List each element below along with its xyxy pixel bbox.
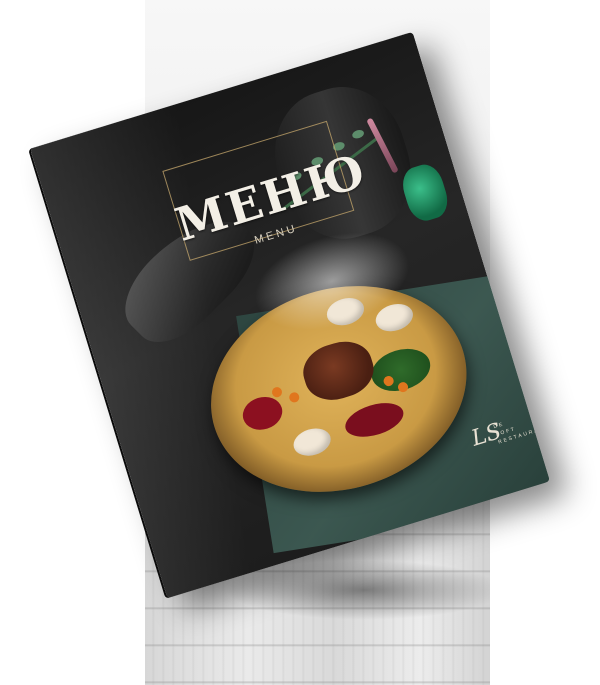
- cover-gloss: [30, 57, 265, 599]
- brochure-shadow: [225, 560, 490, 620]
